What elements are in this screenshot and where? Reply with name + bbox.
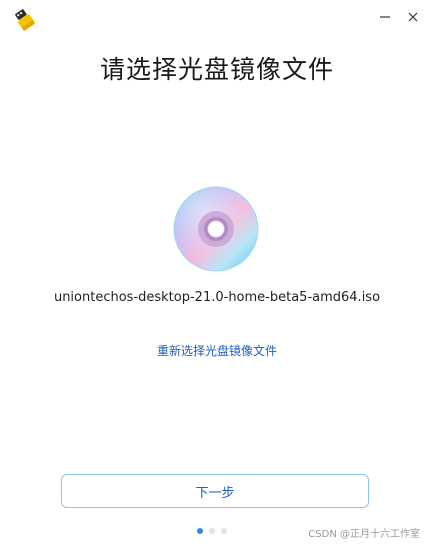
page-title: 请选择光盘镜像文件: [99, 55, 334, 84]
next-button[interactable]: 下一步: [61, 474, 369, 508]
usb-drive-icon: [12, 7, 36, 31]
pagination-dot-active: [197, 528, 203, 534]
close-icon: [408, 12, 418, 22]
selected-file-name: uniontechos-desktop-21.0-home-beta5-amd6…: [53, 290, 381, 305]
disc-icon: [171, 184, 261, 274]
minimize-button[interactable]: [372, 6, 398, 28]
watermark-text: CSDN @正月十六工作室: [308, 529, 420, 540]
pagination-dot: [209, 528, 215, 534]
close-button[interactable]: [400, 6, 426, 28]
pagination-dots: [197, 528, 227, 534]
reselect-image-link[interactable]: 重新选择光盘镜像文件: [0, 342, 434, 359]
minimize-icon: [380, 16, 390, 18]
pagination-dot: [221, 528, 227, 534]
